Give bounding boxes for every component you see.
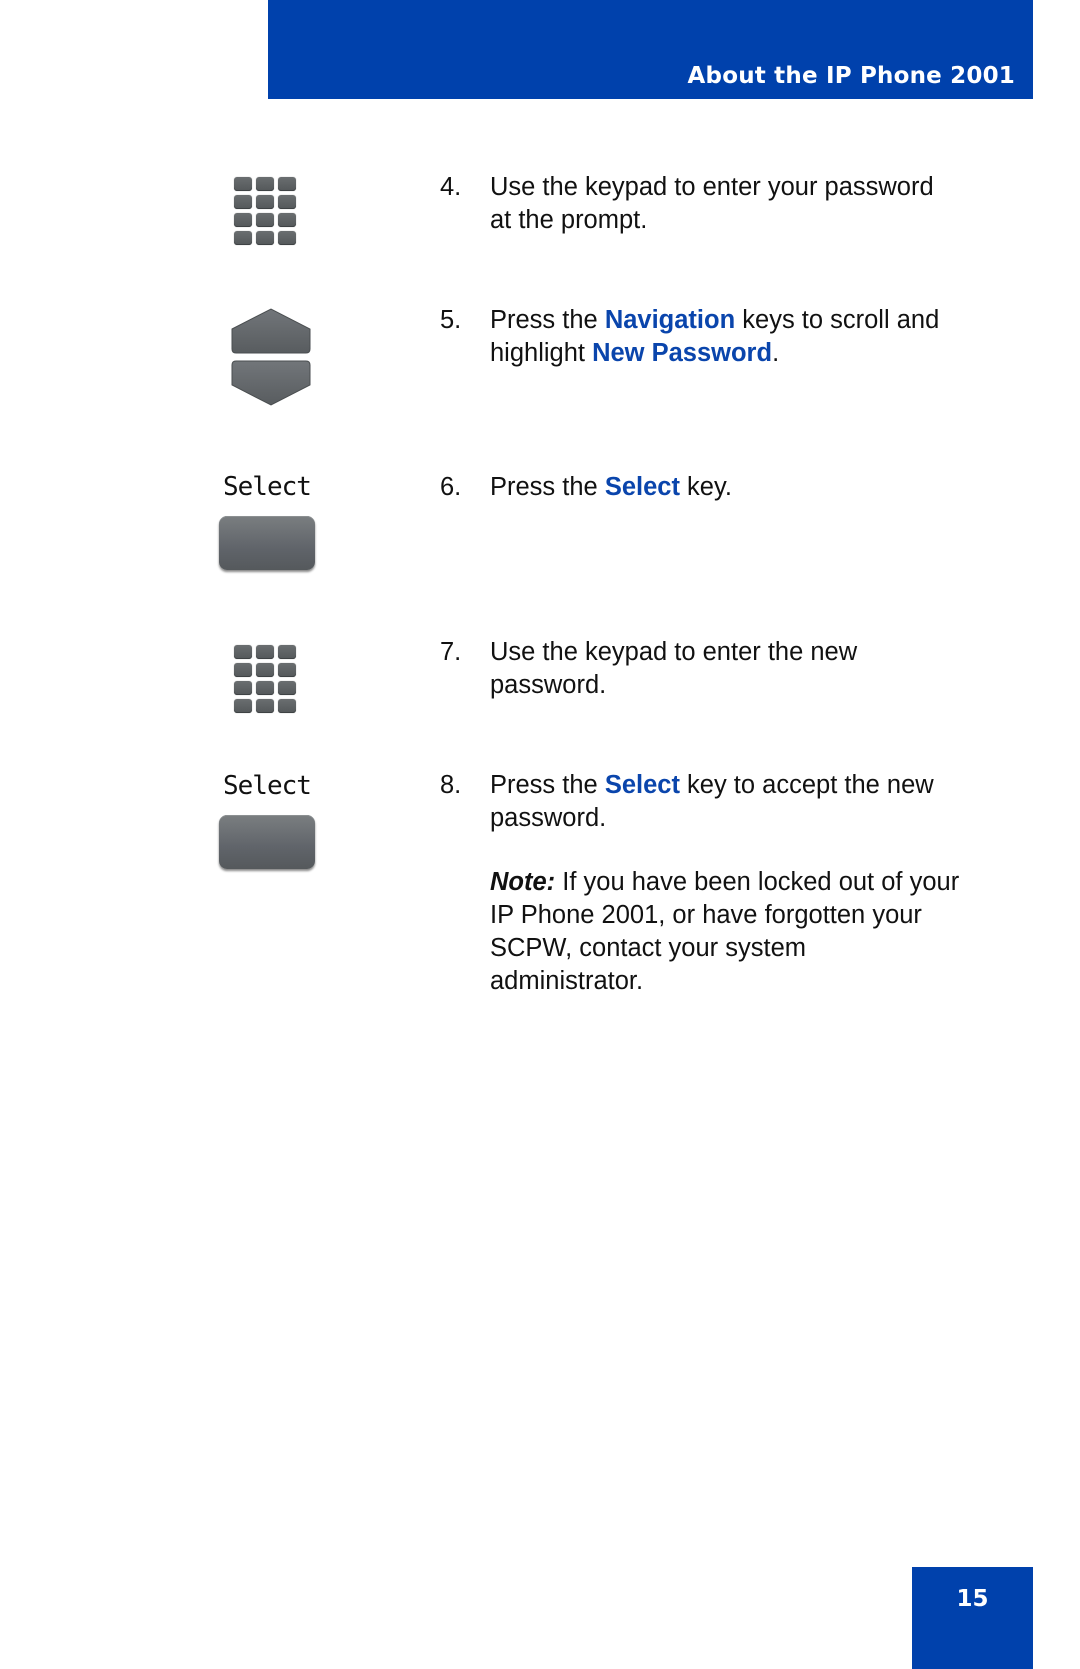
keypad-icon — [234, 645, 296, 713]
keyword-new-password: New Password — [592, 339, 773, 367]
keyword-navigation: Navigation — [604, 306, 736, 334]
select-softkey-icon — [219, 516, 315, 570]
header-bar: About the IP Phone 2001 — [268, 0, 1033, 99]
step-5: 5. Press the Navigation keys to scroll a… — [440, 304, 980, 370]
step-8: 8. Press the Select key to accept the ne… — [440, 769, 980, 835]
page-number-box: 15 — [912, 1567, 1033, 1669]
step-4: 4. Use the keypad to enter your password… — [440, 171, 980, 237]
note-text: Note: If you have been locked out of you… — [490, 868, 960, 995]
keyword-select: Select — [604, 771, 680, 799]
step-6: 6. Press the Select key. — [440, 471, 980, 504]
step-number: 5. — [440, 306, 462, 334]
select-label: Select — [223, 472, 312, 502]
step-text: Press the Select key. — [490, 473, 732, 501]
navigation-keys-icon — [231, 308, 311, 406]
select-softkey-icon — [219, 815, 315, 869]
step-text: Press the Select key to accept the new p… — [490, 771, 934, 832]
navigation-down-key — [231, 360, 311, 406]
note: Note: If you have been locked out of you… — [440, 866, 980, 998]
step-number: 4. — [440, 173, 462, 201]
keypad-icon — [234, 177, 296, 245]
step-text: Press the Navigation keys to scroll and … — [490, 306, 940, 367]
step-text: Use the keypad to enter your password at… — [490, 173, 934, 234]
navigation-up-key — [231, 308, 311, 354]
section-title: About the IP Phone 2001 — [687, 63, 1015, 89]
select-label: Select — [223, 771, 312, 801]
step-text: Use the keypad to enter the new password… — [490, 638, 858, 699]
step-number: 8. — [440, 771, 462, 799]
page-number: 15 — [956, 1586, 989, 1612]
note-label: Note: — [490, 868, 556, 896]
keyword-select: Select — [604, 473, 680, 501]
step-7: 7. Use the keypad to enter the new passw… — [440, 636, 980, 702]
step-number: 6. — [440, 473, 462, 501]
step-number: 7. — [440, 638, 462, 666]
